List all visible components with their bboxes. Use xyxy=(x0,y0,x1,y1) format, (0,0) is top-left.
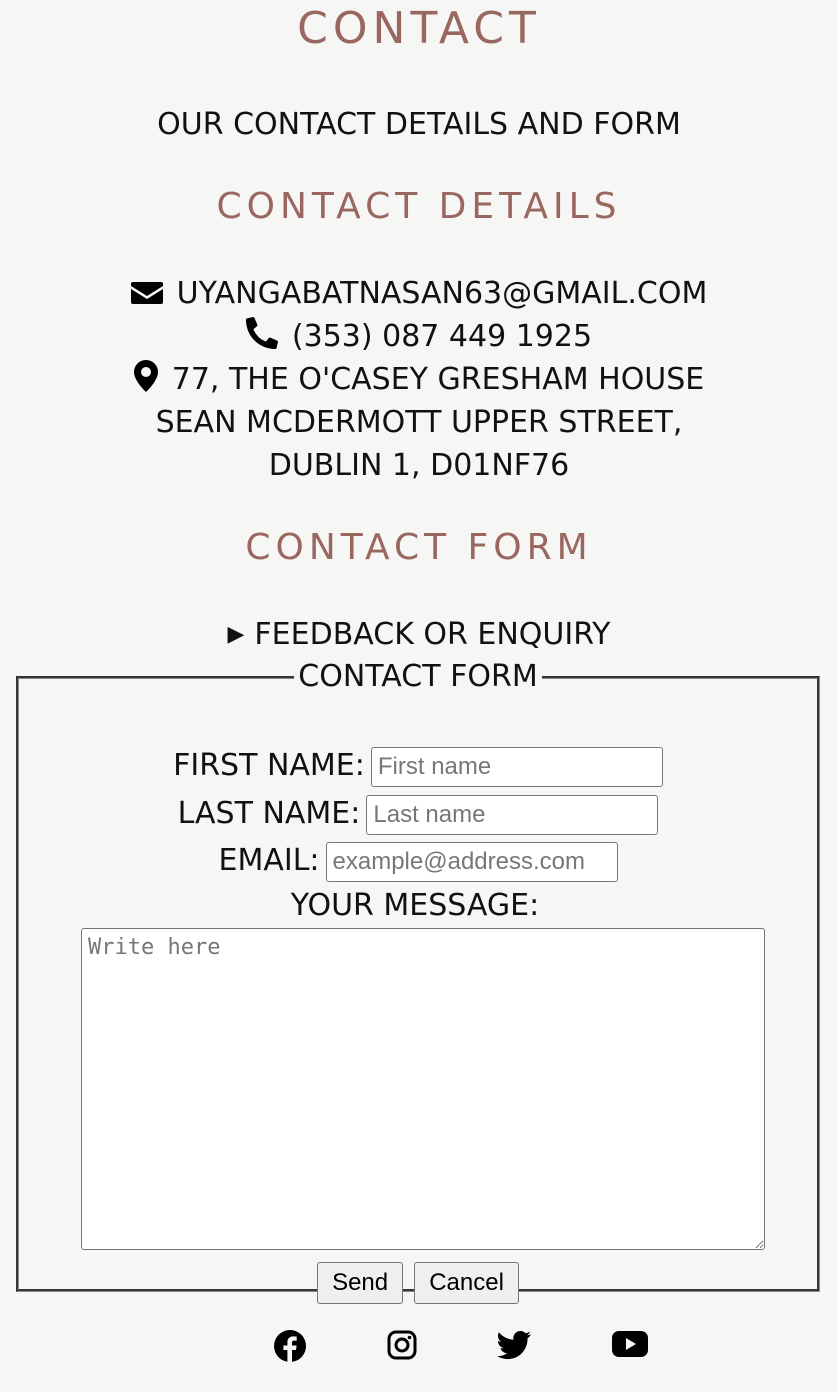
cancel-button[interactable]: Cancel xyxy=(414,1262,519,1304)
contact-form: CONTACT FORM FIRST NAME: LAST NAME: EMAI… xyxy=(16,659,820,1304)
email-label: EMAIL: xyxy=(218,843,320,878)
email-detail: UYANGABATNASAN63@GMAIL.COM xyxy=(0,272,838,315)
map-marker-icon xyxy=(133,360,158,392)
facebook-icon xyxy=(274,1330,306,1362)
message-row: YOUR MESSAGE: xyxy=(19,886,817,926)
phone-link[interactable]: (353) 087 449 1925 xyxy=(292,319,592,354)
youtube-icon xyxy=(612,1331,648,1357)
youtube-link[interactable] xyxy=(610,1330,650,1370)
phone-detail: (353) 087 449 1925 xyxy=(0,315,838,358)
address-line-1: 77, THE O'CASEY GRESHAM HOUSE xyxy=(171,362,705,397)
contact-details: UYANGABATNASAN63@GMAIL.COM (353) 087 449… xyxy=(0,272,838,487)
form-buttons: Send Cancel xyxy=(19,1262,817,1304)
last-name-row: LAST NAME: xyxy=(19,794,817,835)
first-name-input[interactable] xyxy=(370,746,663,787)
phone-icon xyxy=(245,317,278,349)
facebook-link[interactable] xyxy=(270,1330,310,1370)
feedback-summary-toggle[interactable]: ▶ FEEDBACK OR ENQUIRY xyxy=(0,614,838,656)
first-name-row: FIRST NAME: xyxy=(19,746,817,787)
social-links xyxy=(0,1330,838,1370)
address-line-2: SEAN MCDERMOTT UPPER STREET, xyxy=(155,405,683,440)
contact-details-heading: CONTACT DETAILS xyxy=(216,186,622,227)
last-name-input[interactable] xyxy=(366,794,659,835)
message-textarea[interactable] xyxy=(81,928,765,1250)
envelope-icon xyxy=(130,282,163,304)
form-legend: CONTACT FORM xyxy=(298,659,538,694)
twitter-link[interactable] xyxy=(494,1330,534,1370)
disclosure-triangle-icon: ▶ xyxy=(227,622,245,647)
twitter-icon xyxy=(497,1331,531,1360)
page-subtitle: OUR CONTACT DETAILS AND FORM xyxy=(157,107,681,142)
message-label: YOUR MESSAGE: xyxy=(290,888,540,923)
summary-label: FEEDBACK OR ENQUIRY xyxy=(254,617,611,652)
address-line-3: DUBLIN 1, D01NF76 xyxy=(268,448,570,483)
first-name-label: FIRST NAME: xyxy=(173,748,365,783)
last-name-label: LAST NAME: xyxy=(177,796,361,831)
instagram-link[interactable] xyxy=(382,1330,422,1370)
instagram-icon xyxy=(387,1330,417,1360)
email-row: EMAIL: xyxy=(19,841,817,882)
address-detail: 77, THE O'CASEY GRESHAM HOUSE xyxy=(0,358,838,401)
email-input[interactable] xyxy=(325,841,618,882)
email-link[interactable]: UYANGABATNASAN63@GMAIL.COM xyxy=(177,276,708,311)
contact-form-heading: CONTACT FORM xyxy=(245,527,593,568)
page-title: CONTACT xyxy=(297,3,541,54)
send-button[interactable]: Send xyxy=(317,1262,404,1304)
